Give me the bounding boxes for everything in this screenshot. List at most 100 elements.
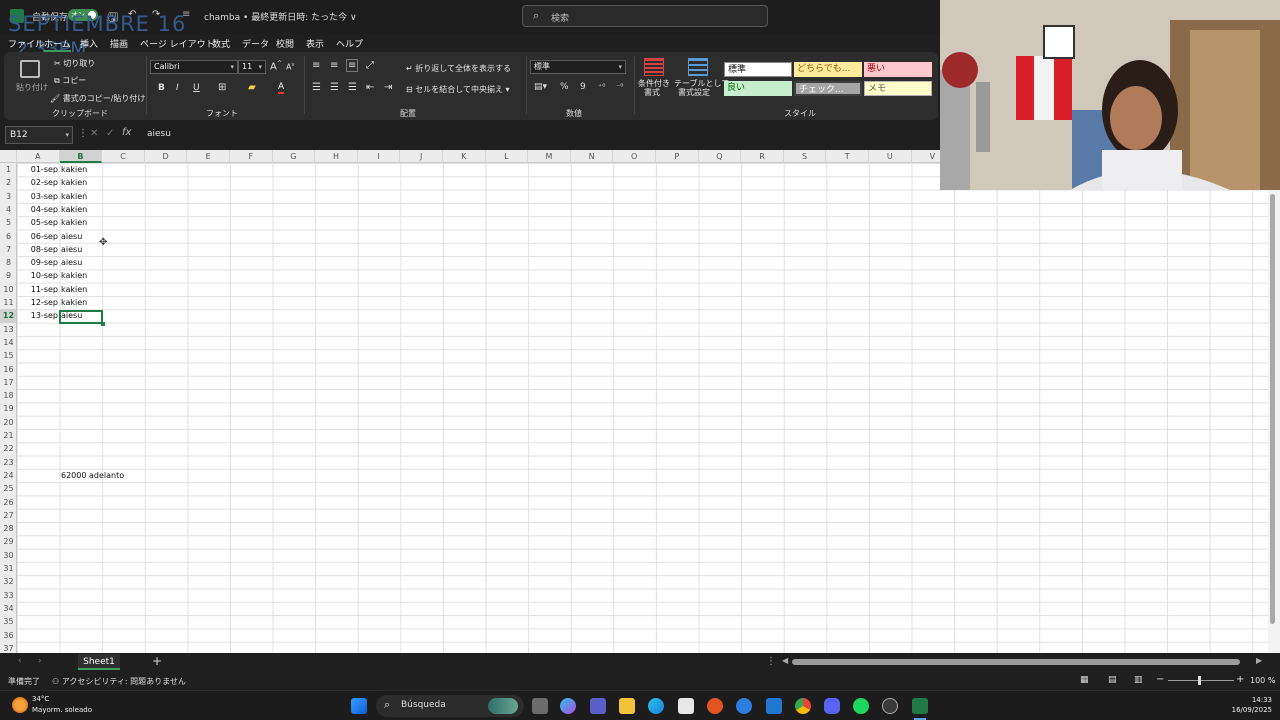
- column-header-s[interactable]: S: [784, 150, 827, 163]
- windows-start-icon[interactable]: [351, 698, 367, 714]
- copilot-icon[interactable]: [560, 698, 576, 714]
- horizontal-scroll-thumb[interactable]: [792, 659, 1240, 665]
- row-header[interactable]: 15: [0, 349, 16, 362]
- row-header[interactable]: 35: [0, 615, 16, 628]
- row-header[interactable]: 27: [0, 509, 16, 522]
- font-color-button[interactable]: A: [278, 82, 285, 94]
- tab-file[interactable]: ファイル: [8, 37, 44, 50]
- align-left-icon[interactable]: ☰: [312, 82, 321, 93]
- cell-date[interactable]: 10-sep: [17, 269, 59, 282]
- scroll-splitter-icon[interactable]: ⋮: [766, 656, 776, 667]
- row-header[interactable]: 17: [0, 376, 16, 389]
- cell-date[interactable]: 12-sep: [17, 296, 59, 309]
- increase-decimal-icon[interactable]: ⁺⁰: [598, 82, 605, 91]
- column-header-f[interactable]: F: [230, 150, 273, 163]
- zoom-level[interactable]: 100 %: [1250, 676, 1275, 685]
- format-painter-button[interactable]: 🖌 書式のコピー/貼り付け: [50, 93, 145, 104]
- cell-value[interactable]: kakien: [61, 190, 87, 203]
- style-bad[interactable]: 悪い: [864, 62, 932, 77]
- row-header[interactable]: 20: [0, 416, 16, 429]
- conditional-format-label-2[interactable]: 書式: [644, 87, 660, 98]
- zoom-in-icon[interactable]: +: [1236, 674, 1244, 685]
- page-break-view-icon[interactable]: ▥: [1134, 675, 1143, 685]
- borders-icon[interactable]: ⊞: [218, 82, 226, 93]
- align-bottom-icon[interactable]: ≡: [346, 59, 359, 72]
- row-header[interactable]: 22: [0, 442, 16, 455]
- row-header[interactable]: 31: [0, 562, 16, 575]
- row-header[interactable]: 9: [0, 269, 16, 282]
- row-header[interactable]: 10: [0, 283, 16, 296]
- mail-icon[interactable]: [736, 698, 752, 714]
- tab-help[interactable]: ヘルプ: [336, 37, 363, 50]
- excel-taskbar-icon[interactable]: [912, 698, 928, 714]
- cell-date[interactable]: 03-sep: [17, 190, 59, 203]
- currency-icon[interactable]: ▤▾: [534, 82, 547, 92]
- grow-font-button[interactable]: A^: [270, 60, 282, 72]
- row-header[interactable]: 18: [0, 389, 16, 402]
- tab-formulas[interactable]: 数式: [212, 37, 230, 50]
- column-header-n[interactable]: N: [571, 150, 614, 163]
- row-header[interactable]: 19: [0, 402, 16, 415]
- align-top-icon[interactable]: ≡: [312, 60, 320, 71]
- align-center-icon[interactable]: ☰: [330, 82, 339, 93]
- formula-input[interactable]: aiesu: [147, 129, 171, 139]
- column-header-b[interactable]: B: [59, 150, 103, 163]
- column-header-e[interactable]: E: [187, 150, 230, 163]
- style-normal[interactable]: 標準: [724, 62, 792, 77]
- row-header[interactable]: 21: [0, 429, 16, 442]
- brave-icon[interactable]: [707, 698, 723, 714]
- discord-icon[interactable]: [824, 698, 840, 714]
- underline-button[interactable]: U: [193, 83, 200, 93]
- sheet-grid[interactable]: 01-sep kakien 02-sep kakien 03-sep kakien 04-s…: [0, 163, 1268, 653]
- cell-value[interactable]: kakien: [61, 296, 87, 309]
- cell-value[interactable]: aiesu: [61, 243, 82, 256]
- clock-time[interactable]: 14:33: [1226, 696, 1272, 704]
- row-header[interactable]: 16: [0, 363, 16, 376]
- column-header-a[interactable]: A: [17, 150, 60, 163]
- bold-button[interactable]: B: [158, 83, 165, 93]
- row-header[interactable]: 5: [0, 216, 16, 229]
- cancel-icon[interactable]: ✕: [90, 128, 98, 139]
- number-format-combo[interactable]: 標準 ▾: [530, 60, 626, 74]
- zoom-slider-thumb[interactable]: [1198, 676, 1201, 685]
- normal-view-icon[interactable]: ▦: [1080, 675, 1089, 685]
- taskbar-search[interactable]: ⌕ Búsqueda: [376, 695, 524, 717]
- store-icon[interactable]: [678, 698, 694, 714]
- column-header-c[interactable]: C: [102, 150, 145, 163]
- column-header-k[interactable]: K: [443, 150, 486, 163]
- paste-label[interactable]: 貼り付け: [16, 82, 48, 93]
- row-header[interactable]: 3: [0, 190, 16, 203]
- row-header[interactable]: 4: [0, 203, 16, 216]
- align-middle-icon[interactable]: ≡: [330, 60, 338, 71]
- weather-sun-icon[interactable]: [12, 697, 28, 713]
- shrink-font-button[interactable]: Av: [286, 62, 294, 72]
- italic-button[interactable]: I: [176, 83, 179, 93]
- comma-button[interactable]: 9: [580, 82, 586, 92]
- cell-note[interactable]: 62000 adelanto: [61, 469, 124, 482]
- zoom-slider[interactable]: [1168, 680, 1234, 681]
- cell-date[interactable]: 04-sep: [17, 203, 59, 216]
- wrap-text-button[interactable]: ↵ 折り返して全体を表示する: [406, 63, 511, 74]
- add-sheet-button[interactable]: +: [152, 654, 162, 668]
- scroll-left-icon[interactable]: ◀: [782, 656, 788, 665]
- format-as-table-icon[interactable]: [688, 58, 708, 76]
- cut-button[interactable]: ✂ 切り取り: [54, 58, 95, 69]
- chevron-right-icon[interactable]: ›: [38, 656, 42, 666]
- page-layout-view-icon[interactable]: ▤: [1108, 675, 1117, 685]
- select-all-corner[interactable]: [0, 150, 17, 163]
- column-header-d[interactable]: D: [145, 150, 188, 163]
- tab-data[interactable]: データ: [242, 37, 269, 50]
- merge-center-button[interactable]: ⊟ セルを結合して中央揃え ▾: [406, 84, 510, 95]
- row-header[interactable]: 26: [0, 496, 16, 509]
- row-header[interactable]: 7: [0, 243, 16, 256]
- row-header[interactable]: 29: [0, 535, 16, 548]
- chevron-left-icon[interactable]: ‹: [18, 656, 22, 666]
- copy-button[interactable]: ⧉ コピー: [54, 75, 86, 86]
- row-header[interactable]: 11: [0, 296, 16, 309]
- font-size-combo[interactable]: 11 ▾: [238, 60, 266, 74]
- style-check-cell[interactable]: チェック...: [794, 81, 862, 96]
- sheet-tab-sheet1[interactable]: Sheet1: [78, 654, 120, 670]
- cell-value[interactable]: kakien: [61, 176, 87, 189]
- cell-value[interactable]: aiesu: [61, 256, 82, 269]
- column-header-t[interactable]: T: [826, 150, 869, 163]
